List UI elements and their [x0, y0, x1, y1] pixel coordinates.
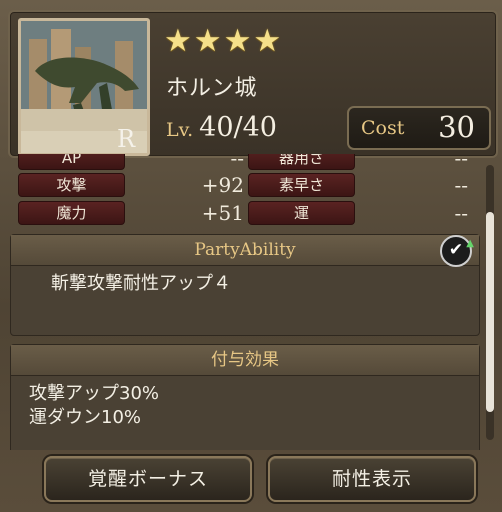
stat-value: --	[454, 173, 468, 197]
unit-header-card: R ★ ★ ★ ★ ホルン城 Lv. 40/40 Cost 30	[8, 10, 498, 158]
party-ability-title: PartyAbility	[11, 235, 479, 266]
stat-label: 器用さ	[248, 154, 355, 170]
stat-label: 素早さ	[248, 173, 355, 197]
stat-value: --	[454, 154, 468, 170]
stat-value: +92	[201, 173, 244, 197]
stat-label: 魔力	[18, 201, 125, 225]
unit-name: ホルン城	[166, 76, 258, 101]
grant-effect-line: 攻撃アップ30%	[29, 383, 160, 404]
star-icon: ★	[164, 23, 192, 59]
stat-label: 運	[248, 201, 355, 225]
castle-beast-illustration: R	[21, 21, 147, 153]
star-icon: ★	[193, 23, 222, 59]
cost-value: 30	[438, 110, 475, 144]
svg-text:R: R	[117, 125, 136, 153]
level-display: Lv. 40/40	[166, 112, 277, 143]
party-ability-section: PartyAbility 斬撃攻撃耐性アップ４	[10, 234, 480, 336]
grant-effect-list: 攻撃アップ30% 運ダウン10%	[11, 376, 479, 436]
stat-label: 攻撃	[18, 173, 125, 197]
cost-box: Cost 30	[347, 106, 491, 150]
stat-value: --	[454, 201, 468, 225]
rarity-stars: ★ ★ ★ ★	[164, 24, 281, 58]
ability-active-check-icon[interactable]: ✔ ▲	[440, 235, 474, 267]
stat-label: AP	[18, 154, 125, 170]
scrollbar-thumb[interactable]	[486, 212, 494, 412]
party-ability-text: 斬撃攻撃耐性アップ４	[51, 273, 231, 294]
stat-value: +51	[201, 201, 244, 225]
grant-effect-title: 付与効果	[11, 345, 479, 376]
star-icon: ★	[253, 23, 282, 59]
stat-value: --	[230, 154, 244, 170]
grant-effect-section: 付与効果 攻撃アップ30% 運ダウン10%	[10, 344, 480, 450]
level-value: 40/40	[199, 112, 277, 143]
chevron-up-icon: ▲	[466, 238, 474, 249]
cost-label: Cost	[361, 117, 405, 139]
awaken-bonus-button[interactable]: 覚醒ボーナス	[44, 456, 252, 502]
unit-portrait[interactable]: R	[18, 18, 150, 156]
detail-scroll-panel[interactable]: AP -- 器用さ -- 攻撃 +92 素早さ -- 魔力 +51 運 -- P…	[8, 154, 482, 450]
grant-effect-line: 運ダウン10%	[29, 407, 142, 428]
resistance-view-button[interactable]: 耐性表示	[268, 456, 476, 502]
level-label: Lv.	[166, 119, 194, 141]
star-icon: ★	[223, 23, 252, 59]
unit-detail-window: R ★ ★ ★ ★ ホルン城 Lv. 40/40 Cost 30 AP -- 器用…	[0, 0, 502, 512]
